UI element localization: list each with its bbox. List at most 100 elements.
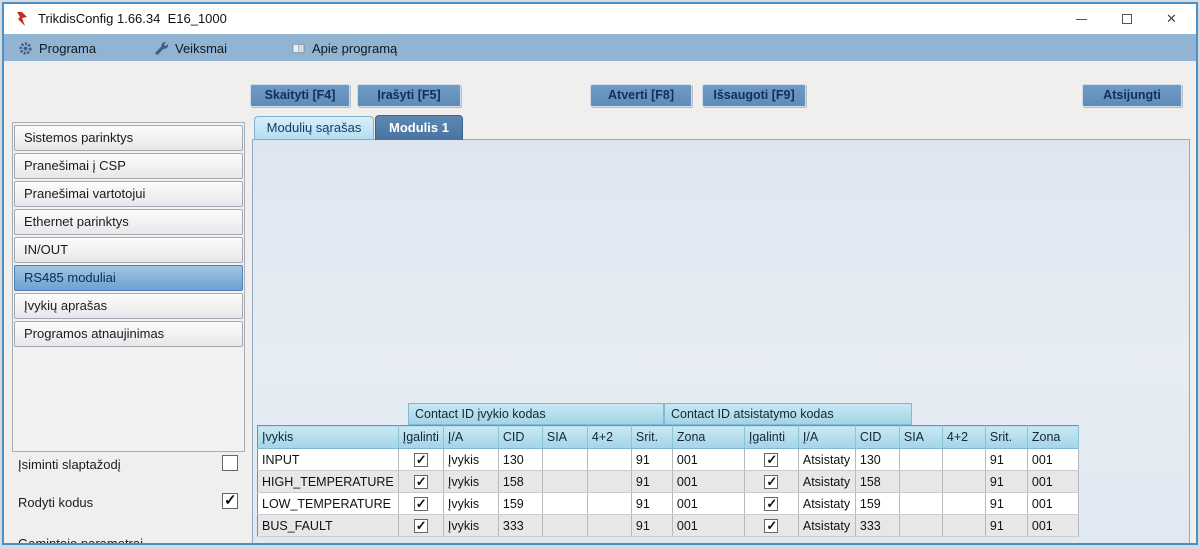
srit-cell[interactable]: 91 bbox=[631, 515, 672, 537]
zona-cell[interactable]: 001 bbox=[1027, 515, 1078, 537]
col-sia-2: SIA bbox=[899, 426, 942, 449]
fourplustwo-cell[interactable] bbox=[942, 449, 985, 471]
srit-cell[interactable]: 91 bbox=[985, 493, 1027, 515]
menu-veiksmai[interactable]: Veiksmai bbox=[154, 38, 227, 58]
sia-cell[interactable] bbox=[542, 471, 587, 493]
srit-cell[interactable]: 91 bbox=[631, 471, 672, 493]
srit-cell[interactable]: 91 bbox=[985, 471, 1027, 493]
col-ja-2: Į/A bbox=[798, 426, 855, 449]
ja-cell[interactable]: Įvykis bbox=[443, 471, 498, 493]
cid-cell[interactable]: 130 bbox=[498, 449, 542, 471]
enable-checkbox[interactable] bbox=[764, 453, 778, 467]
srit-cell[interactable]: 91 bbox=[631, 449, 672, 471]
sia-cell[interactable] bbox=[899, 515, 942, 537]
cid-cell[interactable]: 159 bbox=[855, 493, 899, 515]
window-title: TrikdisConfig 1.66.34 E16_1000 bbox=[38, 11, 227, 26]
remember-password-checkbox[interactable] bbox=[222, 455, 238, 471]
col-ja-1: Į/A bbox=[443, 426, 498, 449]
cid-cell[interactable]: 130 bbox=[855, 449, 899, 471]
col-srit-2: Srit. bbox=[985, 426, 1027, 449]
col-zona-2: Zona bbox=[1027, 426, 1078, 449]
close-button[interactable]: ✕ bbox=[1149, 4, 1194, 34]
ja-cell[interactable]: Atsistaty bbox=[798, 493, 855, 515]
sidebar-item-pranesimai-csp[interactable]: Pranešimai į CSP bbox=[14, 153, 243, 179]
title-bar[interactable]: TrikdisConfig 1.66.34 E16_1000 ✕ bbox=[4, 4, 1196, 34]
sia-cell[interactable] bbox=[899, 493, 942, 515]
ja-cell[interactable]: Atsistaty bbox=[798, 515, 855, 537]
zona-cell[interactable]: 001 bbox=[1027, 493, 1078, 515]
fourplustwo-cell[interactable] bbox=[587, 471, 631, 493]
maximize-icon bbox=[1122, 14, 1132, 24]
write-button[interactable]: Įrašyti [F5] bbox=[357, 84, 461, 107]
sidebar-item-ivykiu-aprasas[interactable]: Įvykių aprašas bbox=[14, 293, 243, 319]
wrench-icon bbox=[154, 41, 169, 56]
zona-cell[interactable]: 001 bbox=[672, 471, 744, 493]
table-row: HIGH_TEMPERATURE Įvykis 158 91 001 Atsis… bbox=[258, 471, 1079, 493]
col-srit-1: Srit. bbox=[631, 426, 672, 449]
ja-cell[interactable]: Įvykis bbox=[443, 449, 498, 471]
group-header-event-code: Contact ID įvykio kodas bbox=[408, 403, 664, 425]
sidebar-item-pranesimai-vartotojui[interactable]: Pranešimai vartotojui bbox=[14, 181, 243, 207]
zona-cell[interactable]: 001 bbox=[1027, 449, 1078, 471]
srit-cell[interactable]: 91 bbox=[985, 515, 1027, 537]
ja-cell[interactable]: Įvykis bbox=[443, 493, 498, 515]
zona-cell[interactable]: 001 bbox=[672, 449, 744, 471]
show-codes-checkbox[interactable] bbox=[222, 493, 238, 509]
close-icon: ✕ bbox=[1166, 11, 1177, 27]
zona-cell[interactable]: 001 bbox=[672, 515, 744, 537]
save-button[interactable]: Išsaugoti [F9] bbox=[702, 84, 806, 107]
tab-module-list[interactable]: Modulių sąrašas bbox=[254, 116, 374, 139]
sia-cell[interactable] bbox=[899, 449, 942, 471]
ja-cell[interactable]: Atsistaty bbox=[798, 471, 855, 493]
fourplustwo-cell[interactable] bbox=[942, 493, 985, 515]
minimize-button[interactable] bbox=[1059, 4, 1104, 34]
remember-password-label: Įsiminti slaptažodį bbox=[18, 457, 121, 472]
tab-module-1[interactable]: Modulis 1 bbox=[375, 115, 463, 140]
sidebar-item-rs485-moduliai[interactable]: RS485 moduliai bbox=[14, 265, 243, 291]
enable-checkbox[interactable] bbox=[764, 519, 778, 533]
sia-cell[interactable] bbox=[542, 515, 587, 537]
sia-cell[interactable] bbox=[542, 449, 587, 471]
enable-checkbox[interactable] bbox=[414, 497, 428, 511]
cid-cell[interactable]: 158 bbox=[855, 471, 899, 493]
menu-bar: Programa Veiksmai Apie programą bbox=[4, 34, 1196, 61]
manufacturer-params-link[interactable]: Gamintojo parametrai bbox=[18, 536, 246, 545]
events-table: Įvykis Įgalinti Į/A CID SIA 4+2 Srit. Zo… bbox=[257, 425, 1079, 537]
enable-checkbox[interactable] bbox=[764, 497, 778, 511]
enable-checkbox[interactable] bbox=[414, 519, 428, 533]
enable-checkbox[interactable] bbox=[414, 475, 428, 489]
ja-cell[interactable]: Įvykis bbox=[443, 515, 498, 537]
zona-cell[interactable]: 001 bbox=[1027, 471, 1078, 493]
menu-veiksmai-label: Veiksmai bbox=[175, 41, 227, 56]
enable-checkbox[interactable] bbox=[764, 475, 778, 489]
disconnect-button[interactable]: Atsijungti bbox=[1082, 84, 1182, 107]
maximize-button[interactable] bbox=[1104, 4, 1149, 34]
sidebar-item-programos-atnaujinimas[interactable]: Programos atnaujinimas bbox=[14, 321, 243, 347]
table-row: BUS_FAULT Įvykis 333 91 001 Atsistaty 33… bbox=[258, 515, 1079, 537]
sia-cell[interactable] bbox=[542, 493, 587, 515]
fourplustwo-cell[interactable] bbox=[587, 449, 631, 471]
fourplustwo-cell[interactable] bbox=[587, 493, 631, 515]
cid-cell[interactable]: 333 bbox=[855, 515, 899, 537]
fourplustwo-cell[interactable] bbox=[942, 471, 985, 493]
menu-programa[interactable]: Programa bbox=[18, 38, 96, 58]
cid-cell[interactable]: 333 bbox=[498, 515, 542, 537]
table-row: INPUT Įvykis 130 91 001 Atsistaty 130 91… bbox=[258, 449, 1079, 471]
cid-cell[interactable]: 158 bbox=[498, 471, 542, 493]
ja-cell[interactable]: Atsistaty bbox=[798, 449, 855, 471]
fourplustwo-cell[interactable] bbox=[587, 515, 631, 537]
zona-cell[interactable]: 001 bbox=[672, 493, 744, 515]
menu-apie[interactable]: Apie programą bbox=[291, 38, 397, 58]
sia-cell[interactable] bbox=[899, 471, 942, 493]
srit-cell[interactable]: 91 bbox=[631, 493, 672, 515]
read-button[interactable]: Skaityti [F4] bbox=[250, 84, 350, 107]
srit-cell[interactable]: 91 bbox=[985, 449, 1027, 471]
enable-checkbox[interactable] bbox=[414, 453, 428, 467]
cid-cell[interactable]: 159 bbox=[498, 493, 542, 515]
sidebar-item-ethernet-parinktys[interactable]: Ethernet parinktys bbox=[14, 209, 243, 235]
sidebar-item-in-out[interactable]: IN/OUT bbox=[14, 237, 243, 263]
open-button[interactable]: Atverti [F8] bbox=[590, 84, 692, 107]
fourplustwo-cell[interactable] bbox=[942, 515, 985, 537]
event-name-cell: LOW_TEMPERATURE bbox=[258, 493, 399, 515]
sidebar-item-sistemos-parinktys[interactable]: Sistemos parinktys bbox=[14, 125, 243, 151]
